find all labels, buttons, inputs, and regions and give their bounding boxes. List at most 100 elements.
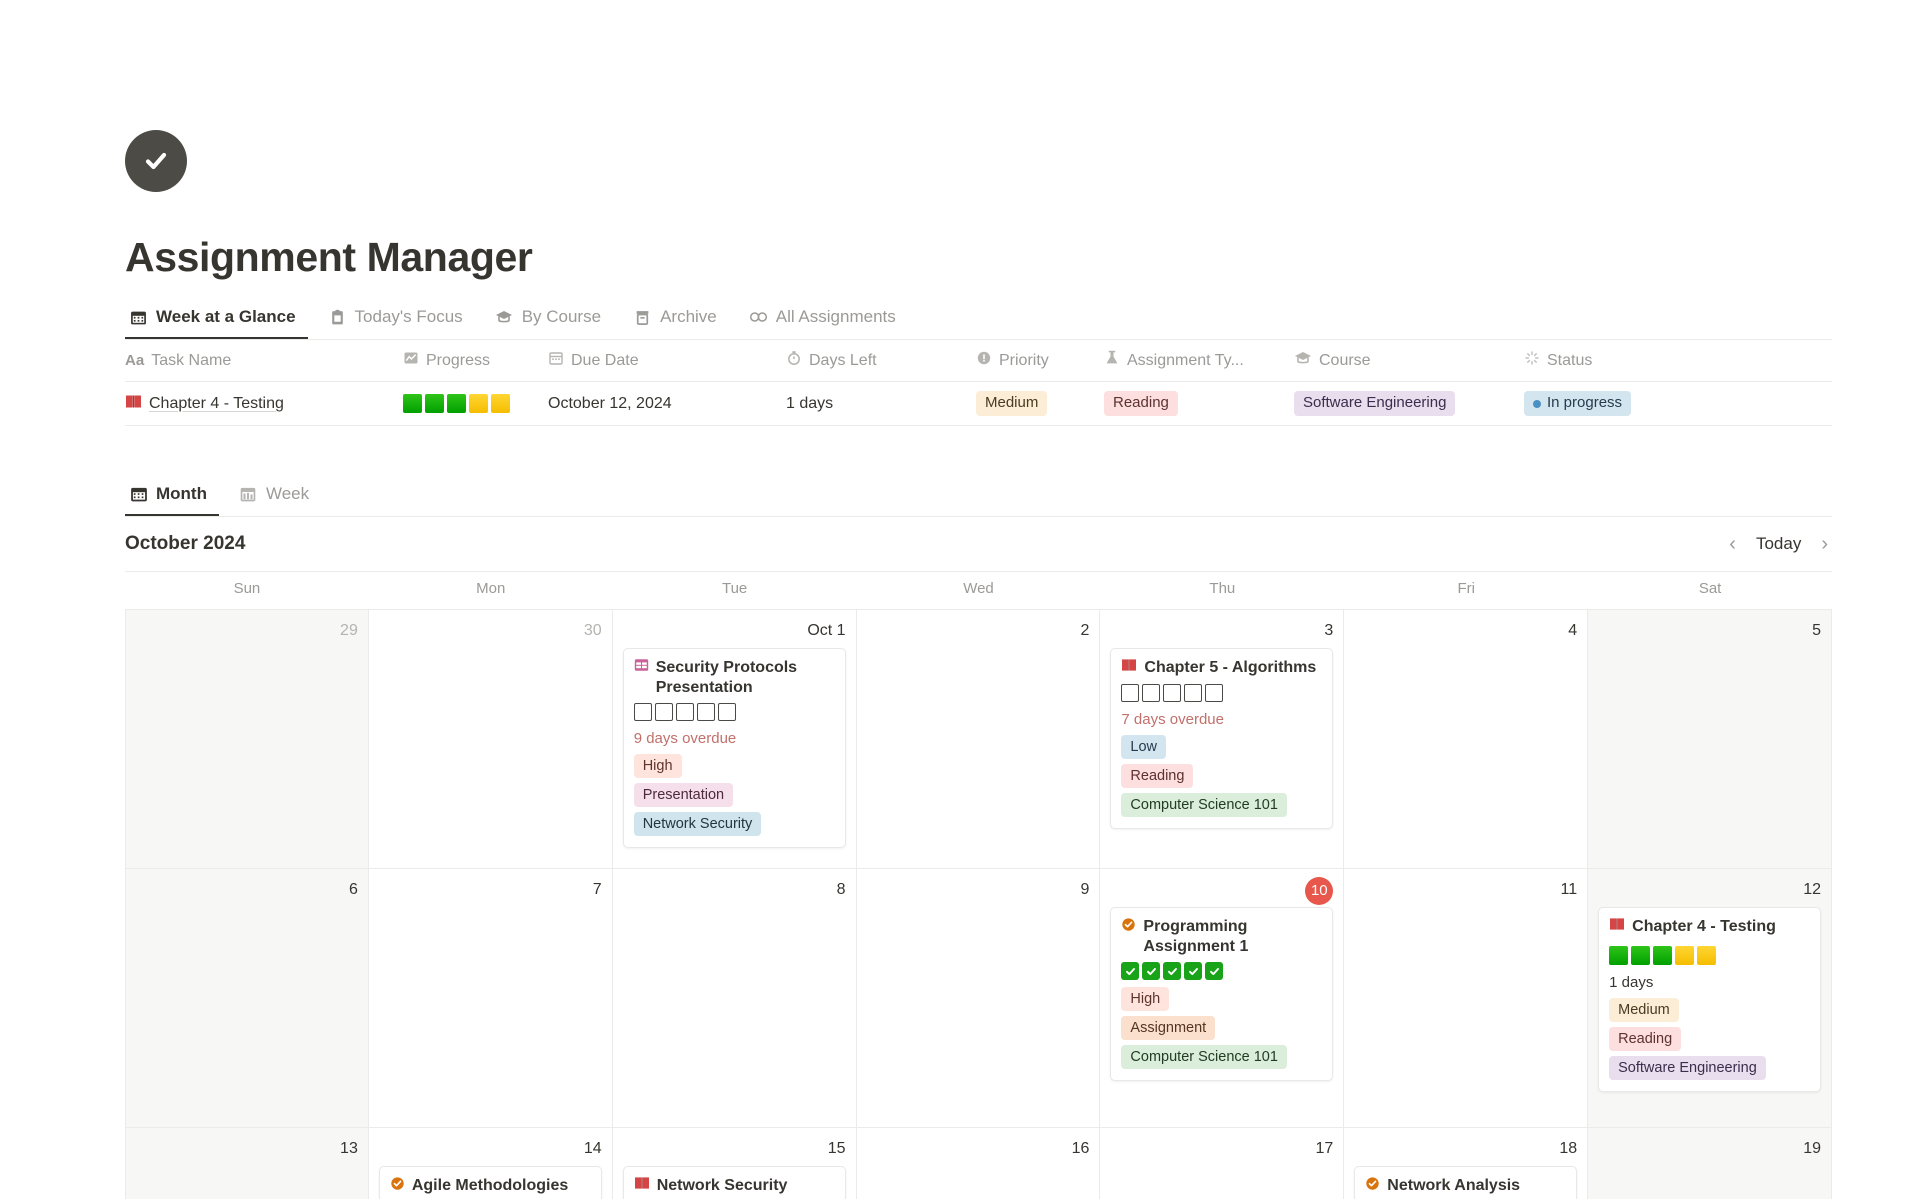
tab-archive[interactable]: Archive xyxy=(629,303,729,339)
checkbox-unchecked[interactable] xyxy=(654,703,673,722)
weekday-label: Sat xyxy=(1698,580,1722,597)
calendar-event-card[interactable]: Agile Methodologies xyxy=(378,1166,602,1199)
day-number: 11 xyxy=(1560,881,1578,898)
column-task-name[interactable]: Aa Task Name xyxy=(125,352,403,370)
cell-days-left: 1 days xyxy=(786,394,834,412)
clipboard-icon xyxy=(328,308,347,327)
tab-label: Week at a Glance xyxy=(156,307,296,326)
calendar-event-card[interactable]: Network Analysis xyxy=(1354,1166,1578,1199)
calendar-day-cell[interactable]: 19 xyxy=(1588,1128,1832,1199)
checkbox-checked[interactable] xyxy=(1184,962,1203,981)
cell-assignment-type: Reading xyxy=(1104,391,1294,416)
day-number: 3 xyxy=(1324,622,1334,639)
table-row[interactable]: Chapter 4 - Testing October 12, 2024 1 d… xyxy=(125,382,1832,426)
calendar-week-icon xyxy=(239,485,258,504)
loading-spinner-icon xyxy=(1524,350,1540,371)
calendar-day-cell[interactable]: 12 Chapter 4 - Testing 1 days Medium Reading… xyxy=(1588,869,1832,1127)
calendar-day-cell[interactable]: 10 Programming Assignment 1 High Assignment… xyxy=(1100,869,1345,1127)
day-number: 14 xyxy=(583,1140,602,1157)
checkbox-checked[interactable] xyxy=(1163,962,1182,981)
checkbox-unchecked[interactable] xyxy=(717,703,736,722)
event-tags: Low Reading Computer Science 101 xyxy=(1121,734,1322,817)
calendar-day-cell[interactable]: 3 Chapter 5 - Algorithms 7 days overdue Low… xyxy=(1100,610,1345,868)
event-tag-badge: Low xyxy=(1121,734,1167,759)
checkbox-unchecked[interactable] xyxy=(1184,683,1203,702)
column-progress[interactable]: Progress xyxy=(403,350,548,371)
event-tag-badge: Medium xyxy=(1609,997,1679,1022)
calendar-day-cell[interactable]: 11 xyxy=(1344,869,1589,1127)
calendar-day-cell[interactable]: 9 xyxy=(857,869,1101,1127)
progress-square-green xyxy=(403,394,422,413)
calendar-day-cell[interactable]: 6 xyxy=(125,869,369,1127)
event-title-text: Chapter 4 - Testing xyxy=(1632,918,1776,935)
tab-todays-focus[interactable]: Today's Focus xyxy=(324,303,475,339)
prev-month-button[interactable]: ‹ xyxy=(1725,533,1740,556)
page-header: Assignment Manager xyxy=(0,0,1920,281)
event-title-row: Network Analysis xyxy=(1365,1176,1566,1196)
column-days-left[interactable]: Days Left xyxy=(786,350,976,371)
checkbox-checked[interactable] xyxy=(1205,962,1224,981)
status-dot-icon xyxy=(1533,399,1541,408)
tab-week[interactable]: Week xyxy=(235,480,321,516)
event-checkbox-row xyxy=(1121,683,1322,702)
assignments-table: Aa Task Name Progress Due Date Days Left… xyxy=(125,340,1832,426)
task-name-text[interactable]: Chapter 4 - Testing xyxy=(149,395,284,413)
column-assignment-type[interactable]: Assignment Ty... xyxy=(1104,350,1294,371)
checkbox-unchecked[interactable] xyxy=(1205,683,1224,702)
calendar-day-cell[interactable]: 18 Network Analysis xyxy=(1344,1128,1589,1199)
calendar-event-card[interactable]: Network Security xyxy=(622,1166,846,1199)
progress-square-green xyxy=(447,394,466,413)
checkbox-unchecked[interactable] xyxy=(675,703,694,722)
calendar-day-cell[interactable]: 16 xyxy=(857,1128,1101,1199)
checkbox-unchecked[interactable] xyxy=(633,703,652,722)
checkbox-unchecked[interactable] xyxy=(696,703,715,722)
calendar-day-cell[interactable]: Oct 1 Security Protocols Presentation 9 da… xyxy=(613,610,857,868)
tab-month[interactable]: Month xyxy=(125,480,219,516)
checkbox-checked[interactable] xyxy=(1142,962,1161,981)
calendar-day-cell[interactable]: 30 xyxy=(369,610,613,868)
view-tabbar: Week at a Glance Today's Focus By Course… xyxy=(125,303,1832,340)
calendar-day-cell[interactable]: 15 Network Security xyxy=(613,1128,857,1199)
checkbox-unchecked[interactable] xyxy=(1142,683,1161,702)
column-priority[interactable]: Priority xyxy=(976,350,1104,371)
checkbox-unchecked[interactable] xyxy=(1163,683,1182,702)
cell-task-name[interactable]: Chapter 4 - Testing xyxy=(125,394,403,414)
column-due-date[interactable]: Due Date xyxy=(548,350,786,371)
day-number: 2 xyxy=(1080,622,1090,639)
column-status[interactable]: Status xyxy=(1524,350,1724,371)
event-tag-badge: Assignment xyxy=(1121,1016,1216,1041)
calendar-day-cell[interactable]: 29 xyxy=(125,610,369,868)
column-course[interactable]: Course xyxy=(1294,349,1524,372)
today-button[interactable]: Today xyxy=(1756,534,1801,554)
event-tag-badge: High xyxy=(633,754,682,779)
calendar-day-cell[interactable]: 13 xyxy=(125,1128,369,1199)
checkbox-checked[interactable] xyxy=(1121,962,1140,981)
event-progress-squares xyxy=(1609,945,1810,965)
calendar-weeks: 29 30 Oct 1 Security Protocols Presentation… xyxy=(125,609,1832,1199)
calendar-day-cell[interactable]: 4 xyxy=(1344,610,1589,868)
calendar-day-cell[interactable]: 7 xyxy=(369,869,613,1127)
calendar-week-row: 6 7 8 9 10 Programming Assignment 1 High Assign… xyxy=(125,868,1832,1127)
calendar-event-card[interactable]: Programming Assignment 1 High Assignment Co… xyxy=(1110,907,1334,1082)
day-number: Oct 1 xyxy=(807,622,846,639)
event-title-text: Network Analysis xyxy=(1387,1177,1521,1194)
calendar-day-cell[interactable]: 17 xyxy=(1100,1128,1345,1199)
checkbox-unchecked[interactable] xyxy=(1121,683,1140,702)
calendar-event-card[interactable]: Chapter 5 - Algorithms 7 days overdue Low R… xyxy=(1110,648,1334,829)
calendar-event-card[interactable]: Security Protocols Presentation 9 days ov… xyxy=(622,648,846,849)
chart-line-icon xyxy=(403,350,419,371)
calendar-day-cell[interactable]: 14 Agile Methodologies xyxy=(369,1128,613,1199)
calendar-day-cell[interactable]: 5 xyxy=(1588,610,1832,868)
calendar-event-card[interactable]: Chapter 4 - Testing 1 days Medium Reading So… xyxy=(1598,907,1821,1092)
calendar-day-cell[interactable]: 2 xyxy=(857,610,1101,868)
cell-progress xyxy=(403,394,548,413)
tab-by-course[interactable]: By Course xyxy=(491,303,613,339)
event-tag-badge: Computer Science 101 xyxy=(1121,792,1287,817)
infinity-icon xyxy=(749,308,768,327)
tab-all-assignments[interactable]: All Assignments xyxy=(745,303,908,339)
calendar-day-cell[interactable]: 8 xyxy=(613,869,857,1127)
tab-week-at-a-glance[interactable]: Week at a Glance xyxy=(125,303,308,339)
next-month-button[interactable]: › xyxy=(1817,533,1832,556)
event-title-text: Chapter 5 - Algorithms xyxy=(1144,659,1317,676)
progress-square-yellow xyxy=(491,394,510,413)
